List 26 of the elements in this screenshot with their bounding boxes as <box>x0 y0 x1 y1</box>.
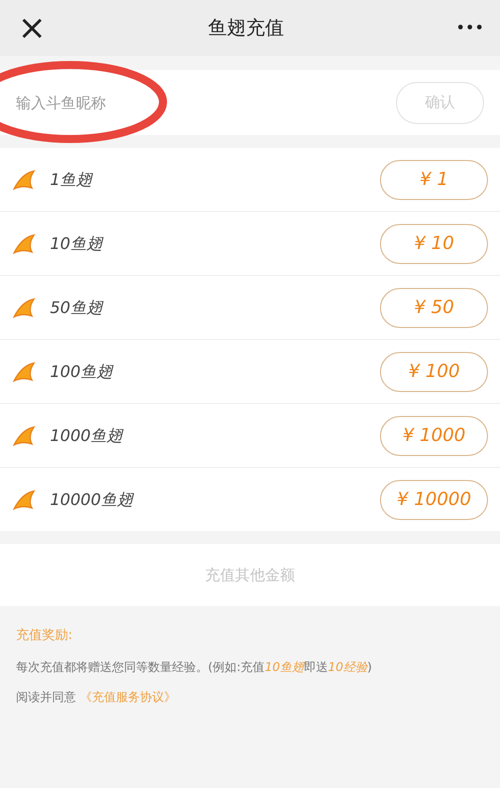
price-button[interactable]: ¥ 50 <box>380 288 488 328</box>
package-label: 10000鱼翅 <box>50 488 133 510</box>
price-button[interactable]: ¥ 1 <box>380 160 488 200</box>
reward-title: 充值奖励: <box>16 627 74 645</box>
fin-icon <box>12 424 38 446</box>
package-label: 1鱼翅 <box>50 168 92 190</box>
fin-icon <box>12 232 38 254</box>
page-title: 鱼翅充值 <box>208 16 284 41</box>
agreement-link[interactable]: 《充值服务协议》 <box>80 688 176 706</box>
package-label: 100鱼翅 <box>50 360 113 382</box>
agreement-text: 阅读并同意 <box>16 688 76 706</box>
price-button[interactable]: ¥ 10 <box>380 224 488 264</box>
package-label: 1000鱼翅 <box>50 424 123 446</box>
price-button[interactable]: ¥ 1000 <box>380 416 488 456</box>
fin-icon <box>12 168 38 190</box>
fin-icon <box>12 488 38 510</box>
more-button[interactable]: ••• <box>444 16 484 40</box>
package-label: 50鱼翅 <box>50 296 102 318</box>
reward-description: 每次充值都将赠送您同等数量经验。(例如:充值10鱼翅即送10经验) <box>16 658 373 676</box>
fin-icon <box>12 296 38 318</box>
close-button[interactable]: × <box>16 11 48 45</box>
other-amount-button[interactable]: 充值其他金额 <box>0 544 500 606</box>
fin-icon <box>12 360 38 382</box>
package-label: 10鱼翅 <box>50 232 102 254</box>
price-button[interactable]: ¥ 10000 <box>380 480 488 520</box>
price-button[interactable]: ¥ 100 <box>380 352 488 392</box>
